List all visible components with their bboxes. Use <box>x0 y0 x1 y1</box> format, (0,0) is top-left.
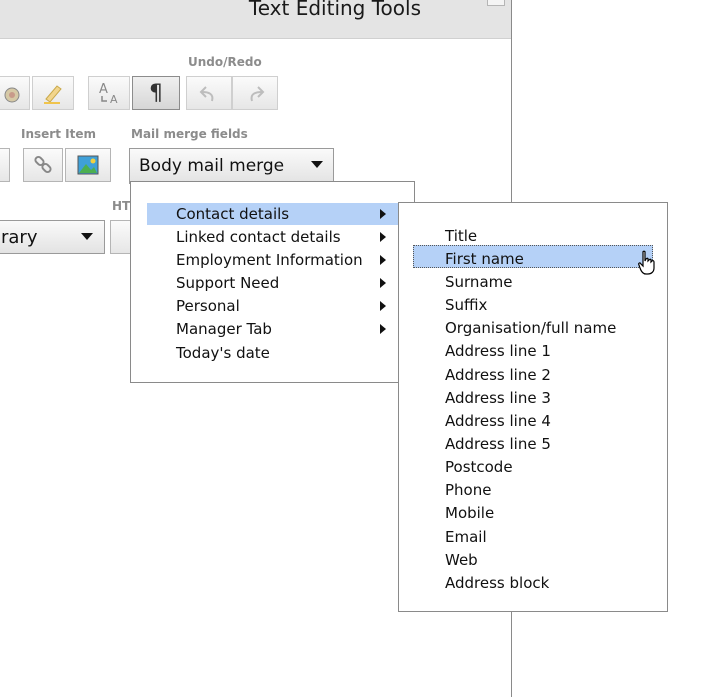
menu-item-label: Contact details <box>176 205 290 223</box>
menu-item-linked-contact-details[interactable]: Linked contact details <box>147 226 400 248</box>
submenu-item-address-line-5[interactable]: Address line 5 <box>445 433 551 455</box>
submenu-item-address-line-2[interactable]: Address line 2 <box>445 364 551 386</box>
change-case-button[interactable]: A A <box>88 76 130 110</box>
panel-title: Text Editing Tools <box>248 0 421 20</box>
submenu-arrow-icon <box>380 301 386 311</box>
close-button[interactable] <box>487 0 505 6</box>
undo-redo-label: Undo/Redo <box>188 55 262 69</box>
submenu-item-mobile[interactable]: Mobile <box>445 502 494 524</box>
pilcrow-icon: ¶ <box>149 80 163 106</box>
menu-item-label: Manager Tab <box>176 320 272 338</box>
menu-item-label: Support Need <box>176 274 280 292</box>
hand-cursor-icon <box>638 250 655 275</box>
undo-icon <box>199 86 214 102</box>
redo-icon <box>250 86 265 102</box>
submenu-item-surname[interactable]: Surname <box>445 271 512 293</box>
submenu-item-address-line-4[interactable]: Address line 4 <box>445 410 551 432</box>
svg-text:A: A <box>110 93 118 106</box>
menu-item-employment-information[interactable]: Employment Information <box>147 249 400 271</box>
insert-link-button[interactable] <box>23 148 63 182</box>
mail-merge-fields-label: Mail merge fields <box>131 127 248 141</box>
submenu-item-web[interactable]: Web <box>445 549 478 571</box>
submenu-item-address-block[interactable]: Address block <box>445 572 549 594</box>
menu-item-manager-tab[interactable]: Manager Tab <box>147 318 400 340</box>
menu-item-personal[interactable]: Personal <box>147 295 400 317</box>
change-case-icon: A A <box>99 82 118 106</box>
submenu-item-title[interactable]: Title <box>445 225 477 247</box>
insert-item-label: Insert Item <box>21 127 96 141</box>
highlight-button[interactable] <box>32 76 74 110</box>
submenu-item-postcode[interactable]: Postcode <box>445 456 513 478</box>
submenu-item-email[interactable]: Email <box>445 526 487 548</box>
menu-item-contact-details[interactable]: Contact details <box>147 203 400 225</box>
submenu-arrow-icon <box>380 209 386 219</box>
submenu-arrow-icon <box>380 232 386 242</box>
contact-details-submenu: Title First name Surname Suffix Organisa… <box>398 202 668 612</box>
html-label: HT <box>112 199 131 213</box>
menu-item-todays-date[interactable]: Today's date <box>147 342 400 364</box>
svg-text:A: A <box>99 82 108 97</box>
menu-item-label: Linked contact details <box>176 228 341 246</box>
insert-item-left-button[interactable] <box>0 148 10 182</box>
mail-merge-menu: Contact details Linked contact details E… <box>130 181 415 383</box>
title-bar: Text Editing Tools <box>0 0 511 39</box>
submenu-arrow-icon <box>380 324 386 334</box>
mail-merge-dropdown[interactable]: Body mail merge <box>129 148 334 184</box>
highlighter-icon <box>44 85 62 104</box>
menu-item-label: Employment Information <box>176 251 363 269</box>
chevron-down-icon <box>311 161 323 168</box>
format-painter-icon <box>4 87 20 103</box>
submenu-arrow-icon <box>380 278 386 288</box>
redo-button[interactable] <box>232 76 278 110</box>
submenu-item-organisation[interactable]: Organisation/full name <box>445 317 616 339</box>
mail-merge-dropdown-value: Body mail merge <box>139 156 285 176</box>
submenu-arrow-icon <box>380 255 386 265</box>
submenu-item-address-line-3[interactable]: Address line 3 <box>445 387 551 409</box>
submenu-item-address-line-1[interactable]: Address line 1 <box>445 340 551 362</box>
image-icon <box>77 155 99 175</box>
link-icon <box>34 155 52 174</box>
insert-image-button[interactable] <box>65 148 111 182</box>
library-dropdown-value: rary <box>1 227 38 248</box>
menu-item-label: Personal <box>176 297 240 315</box>
menu-item-support-need[interactable]: Support Need <box>147 272 400 294</box>
library-dropdown[interactable]: rary <box>0 220 105 254</box>
chevron-down-icon <box>81 233 93 240</box>
submenu-item-first-name[interactable]: First name <box>445 248 524 270</box>
show-formatting-marks-button[interactable]: ¶ <box>132 76 180 110</box>
menu-item-label: Today's date <box>176 344 270 362</box>
undo-button[interactable] <box>186 76 232 110</box>
format-painter-button[interactable] <box>0 76 30 110</box>
submenu-item-suffix[interactable]: Suffix <box>445 294 487 316</box>
submenu-item-phone[interactable]: Phone <box>445 479 491 501</box>
